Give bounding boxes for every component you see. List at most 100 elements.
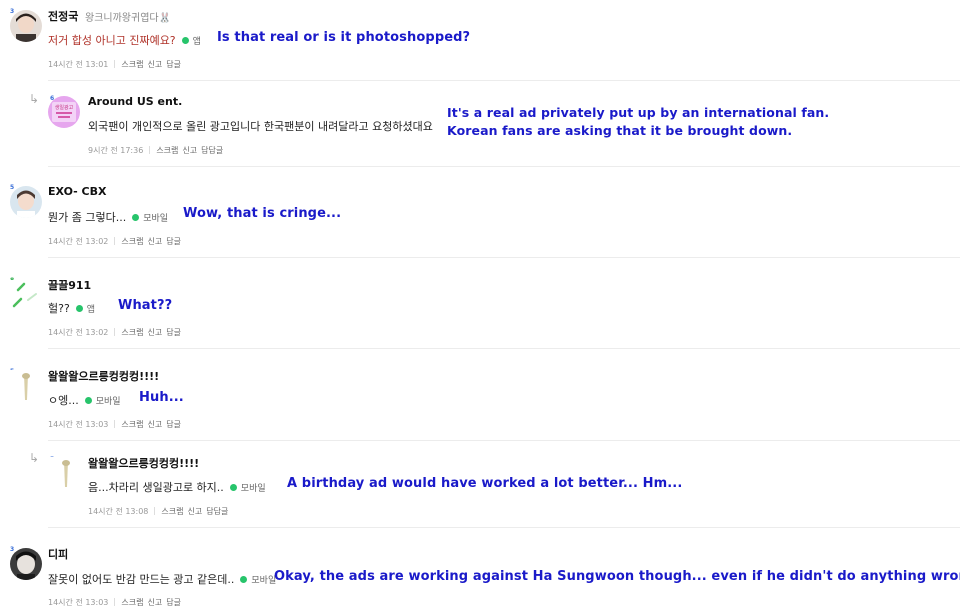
source-label: 모바일	[143, 214, 169, 224]
avatar[interactable]	[10, 548, 42, 580]
comment-body: ㅇ엥...	[48, 394, 79, 407]
comment-meta: 9시간 전 17:36 스크랩 신고 답답글	[88, 145, 227, 156]
scrap-button[interactable]: 스크랩	[161, 507, 183, 516]
online-dot-icon	[75, 305, 83, 312]
comment-text: 외국팬이 개인적으로 올린 광고입니다 한국팬분이 내려달라고 요청하셨대요	[88, 118, 433, 134]
source-label: 모바일	[251, 576, 277, 586]
reply-button[interactable]: 답글	[166, 60, 181, 69]
comment-body: 뭔가 좀 그렇다...	[48, 211, 127, 224]
scrap-button[interactable]: 스크랩	[121, 328, 143, 337]
reply-button[interactable]: 답글	[166, 328, 181, 337]
scrap-button[interactable]: 스크랩	[121, 420, 143, 429]
reply-button[interactable]: 답글	[166, 598, 181, 607]
divider	[154, 507, 156, 515]
source-label: 앱	[192, 37, 201, 47]
timestamp: 14시간 전 13:03	[48, 420, 109, 429]
timestamp: 9시간 전 17:36	[88, 146, 144, 155]
divider	[114, 237, 116, 245]
nickname[interactable]: 전정국	[48, 8, 78, 24]
timestamp: 14시간 전 13:01	[48, 60, 109, 69]
source-label: 모바일	[95, 397, 121, 407]
translation: It's a real ad privately put up by an in…	[447, 104, 829, 140]
avatar[interactable]	[10, 186, 42, 218]
comment-body: 헐??	[48, 302, 70, 315]
timestamp: 14시간 전 13:02	[48, 237, 109, 246]
nickname-subtitle: 왕크니까왕귀엽다🐰	[85, 13, 172, 24]
translation: A birthday ad would have worked a lot be…	[287, 476, 683, 491]
timestamp: 14시간 전 13:08	[88, 507, 149, 516]
translation: Huh...	[139, 390, 184, 405]
divider	[48, 80, 960, 81]
report-button[interactable]: 신고	[188, 507, 203, 516]
avatar[interactable]	[50, 457, 82, 489]
online-dot-icon	[240, 576, 248, 583]
timestamp: 14시간 전 13:02	[48, 328, 109, 337]
scrap-button[interactable]: 스크랩	[121, 237, 143, 246]
comment-text: 잘못이 없어도 반감 만드는 광고 같은데.. 모바일	[48, 571, 276, 587]
divider	[149, 146, 151, 154]
nickname[interactable]: 왈왈왈으르릉컹컹컹!!!!	[48, 368, 159, 384]
comment-text: 헐?? 앱	[48, 300, 95, 316]
source-label: 앱	[86, 305, 96, 315]
comment-body: 저거 합성 아니고 진짜예요?	[48, 34, 176, 47]
translation: Wow, that is cringe...	[183, 206, 342, 221]
translation-line-2: Korean fans are asking that it be brough…	[447, 123, 793, 138]
divider	[48, 257, 960, 258]
avatar[interactable]	[10, 10, 42, 42]
comment-text: 음...차라리 생일광고로 하지.. 모바일	[88, 479, 266, 495]
avatar[interactable]	[10, 370, 42, 402]
online-dot-icon	[132, 214, 140, 221]
reply-arrow-icon: ↳	[29, 92, 40, 106]
divider	[114, 420, 116, 428]
divider	[48, 527, 960, 528]
nickname[interactable]: Around US ent.	[88, 95, 182, 108]
reply-button[interactable]: 답글	[166, 420, 181, 429]
divider	[48, 166, 960, 167]
nickname[interactable]: EXO- CBX	[48, 185, 107, 198]
report-button[interactable]: 신고	[148, 328, 163, 337]
comment-meta: 14시간 전 13:03 스크랩 신고 답글	[48, 419, 185, 430]
translation-line-1: It's a real ad privately put up by an in…	[447, 105, 830, 120]
scrap-button[interactable]: 스크랩	[121, 598, 143, 607]
nickname[interactable]: 끌끌911	[48, 277, 91, 293]
comment-body: 외국팬이 개인적으로 올린 광고입니다 한국팬분이 내려달라고 요청하셨대요	[88, 120, 433, 133]
scrap-button[interactable]: 스크랩	[121, 60, 143, 69]
comment-body: 음...차라리 생일광고로 하지..	[88, 481, 224, 494]
divider	[48, 348, 960, 349]
reply-arrow-icon: ↳	[29, 451, 40, 465]
translation: Is that real or is it photoshopped?	[217, 30, 471, 45]
source-label: 모바일	[240, 484, 266, 494]
divider	[114, 328, 116, 336]
divider	[114, 598, 116, 606]
divider	[114, 60, 116, 68]
report-button[interactable]: 신고	[148, 420, 163, 429]
avatar[interactable]	[10, 280, 42, 312]
comment-text: 뭔가 좀 그렇다... 모바일	[48, 209, 168, 225]
timestamp: 14시간 전 13:03	[48, 598, 109, 607]
online-dot-icon	[84, 397, 92, 404]
comment-meta: 14시간 전 13:01 스크랩 신고 답글	[48, 59, 185, 70]
translation: What??	[118, 298, 173, 313]
comment-meta: 14시간 전 13:03 스크랩 신고 답글	[48, 597, 185, 608]
reply-button[interactable]: 답답글	[206, 507, 228, 516]
avatar[interactable]: 생일광고	[48, 96, 80, 128]
comment-meta: 14시간 전 13:02 스크랩 신고 답글	[48, 327, 185, 338]
online-dot-icon	[229, 484, 237, 491]
report-button[interactable]: 신고	[148, 60, 163, 69]
nickname[interactable]: 왈왈왈으르릉컹컹컹!!!!	[88, 455, 199, 471]
scrap-button[interactable]: 스크랩	[156, 146, 178, 155]
translation: Okay, the ads are working against Ha Sun…	[274, 569, 960, 584]
report-button[interactable]: 신고	[148, 237, 163, 246]
comment-text: 저거 합성 아니고 진짜예요? 앱	[48, 32, 201, 48]
comment-body: 잘못이 없어도 반감 만드는 광고 같은데..	[48, 573, 235, 586]
comment-meta: 14시간 전 13:08 스크랩 신고 답답글	[88, 506, 232, 517]
avatar-caption: 생일광고	[55, 104, 74, 111]
report-button[interactable]: 신고	[148, 598, 163, 607]
reply-button[interactable]: 답답글	[201, 146, 223, 155]
reply-button[interactable]: 답글	[166, 237, 181, 246]
online-dot-icon	[181, 37, 189, 44]
divider	[48, 440, 960, 441]
nickname[interactable]: 디피	[48, 546, 68, 562]
comment-text: ㅇ엥... 모바일	[48, 392, 121, 408]
report-button[interactable]: 신고	[182, 146, 197, 155]
